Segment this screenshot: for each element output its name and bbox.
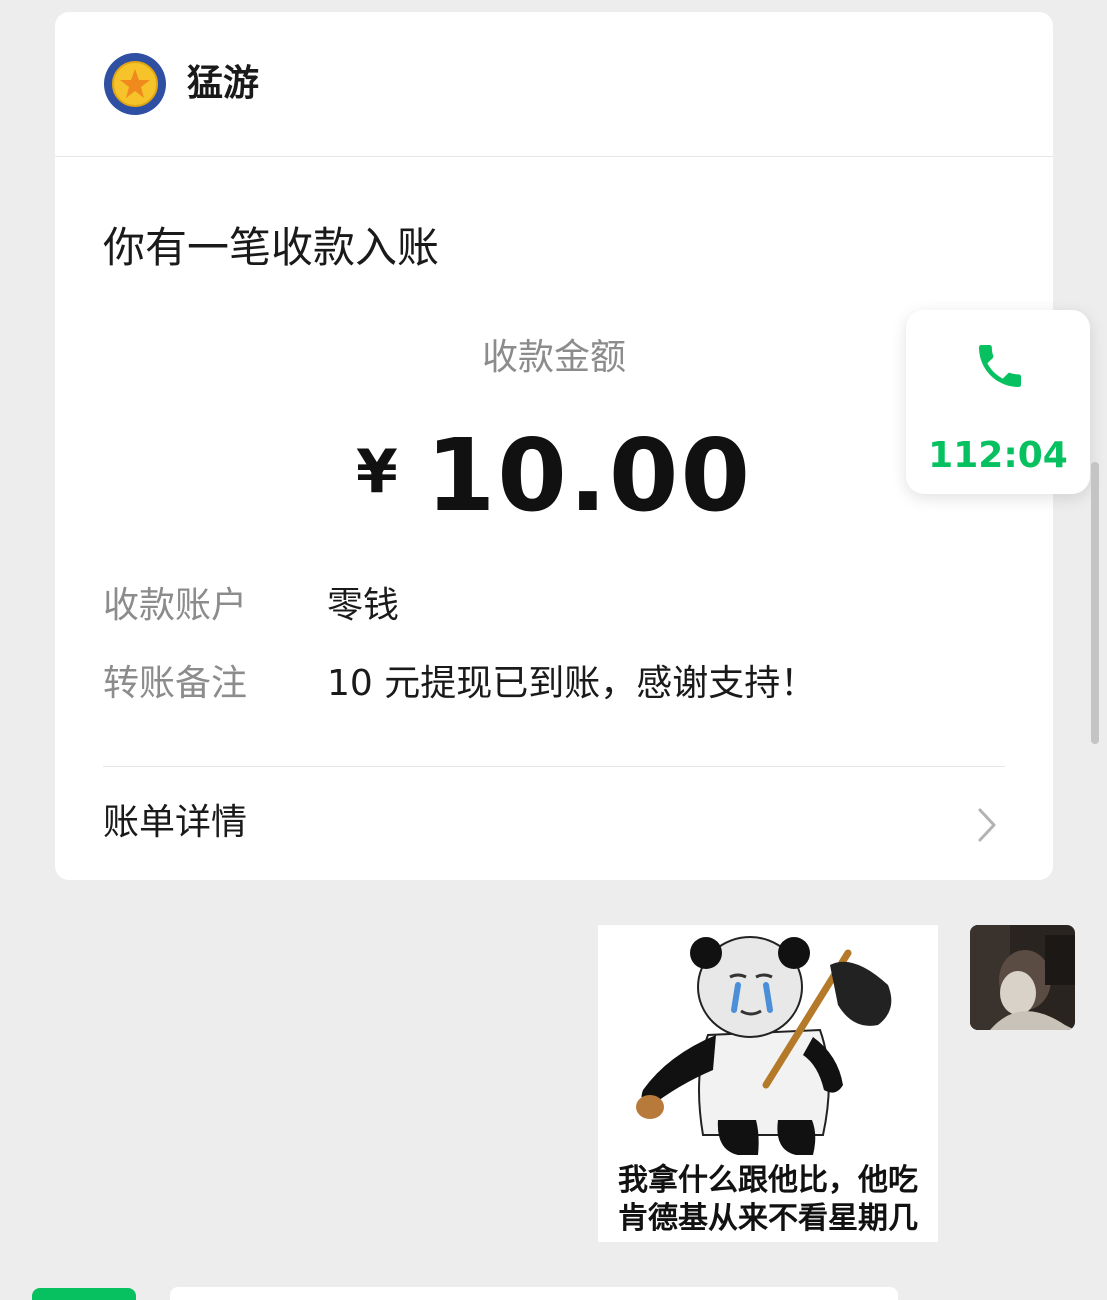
remark-label: 转账备注 (103, 663, 248, 704)
amount-display: ¥10.00 (55, 417, 1053, 560)
sticker-caption-line1: 我拿什么跟他比，他吃 (618, 1163, 918, 1198)
app-logo-icon (104, 53, 166, 115)
app-name: 猛游 (187, 63, 260, 104)
avatar[interactable] (970, 925, 1075, 1030)
chat-screen: 猛游 你有一笔收款入账 收款金额 ¥10.00 收款账户 零钱 转账备注 10 … (0, 0, 1107, 1300)
bottom-green-element[interactable] (32, 1288, 136, 1300)
payment-notification-card[interactable]: 猛游 你有一笔收款入账 收款金额 ¥10.00 收款账户 零钱 转账备注 10 … (55, 12, 1053, 880)
bill-detail-label: 账单详情 (103, 802, 248, 843)
phone-icon (979, 345, 1021, 387)
chevron-right-icon (978, 808, 996, 842)
bottom-bubble (170, 1287, 898, 1300)
account-label: 收款账户 (103, 585, 248, 626)
account-value: 零钱 (327, 585, 400, 626)
amount-label: 收款金额 (481, 337, 626, 378)
bill-detail-row[interactable]: 账单详情 (55, 767, 1053, 880)
sticker-caption-line2: 肯德基从来不看星期几 (618, 1201, 918, 1236)
panda-sticker-image (636, 936, 892, 1155)
scrollbar-thumb[interactable] (1091, 462, 1099, 744)
remark-value: 10 元提现已到账，感谢支持！ (327, 663, 817, 704)
card-header: 猛游 (55, 12, 1053, 157)
floating-call-widget[interactable]: 112:04 (906, 310, 1090, 494)
notice-title: 你有一笔收款入账 (103, 223, 440, 272)
currency-symbol: ¥ (355, 437, 398, 507)
sticker-message[interactable]: 我拿什么跟他比，他吃 肯德基从来不看星期几 (598, 925, 938, 1242)
avatar-photo (970, 925, 1075, 1030)
call-timer: 112:04 (928, 435, 1068, 476)
amount-value: 10.00 (425, 417, 753, 534)
